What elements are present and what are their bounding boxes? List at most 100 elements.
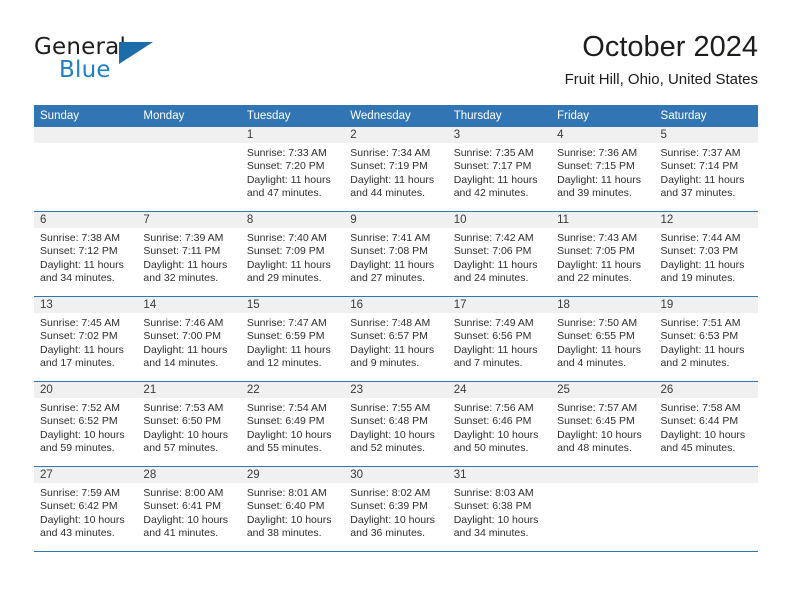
day-cell-content: 14 Sunrise: 7:46 AM Sunset: 7:00 PM Dayligh…	[137, 297, 241, 381]
sunset-time: Sunset: 7:19 PM	[350, 160, 428, 173]
daylight-duration-line1: Daylight: 11 hours	[143, 258, 228, 271]
sunrise-time: Sunrise: 7:47 AM	[246, 317, 327, 329]
day-number: 7	[137, 212, 241, 228]
calendar-week-row: 1 Sunrise: 7:33 AM Sunset: 7:20 PM Daylight…	[34, 127, 758, 212]
sunset-time: Sunset: 6:55 PM	[557, 330, 635, 343]
sunset-time: Sunset: 7:09 PM	[246, 245, 325, 258]
day-details: Sunrise: 7:58 AM Sunset: 6:44 PM Daylight:…	[655, 398, 758, 456]
calendar-day-cell[interactable]: 4 Sunrise: 7:36 AM Sunset: 7:15 PM Daylight…	[551, 127, 655, 212]
daylight-duration-line1: Daylight: 10 hours	[40, 428, 125, 441]
daylight-duration-line1: Daylight: 10 hours	[557, 428, 642, 441]
calendar-day-cell[interactable]: 20 Sunrise: 7:52 AM Sunset: 6:52 PM Dayligh…	[34, 381, 138, 467]
daylight-duration-line2: and 34 minutes.	[40, 272, 115, 285]
calendar-day-cell[interactable]: 9 Sunrise: 7:41 AM Sunset: 7:08 PM Daylight…	[344, 211, 448, 297]
sunrise-time: Sunrise: 7:53 AM	[143, 402, 224, 414]
sunset-time: Sunset: 7:14 PM	[660, 160, 739, 173]
calendar-day-cell[interactable]: 27 Sunrise: 7:59 AM Sunset: 6:42 PM Dayligh…	[34, 466, 138, 552]
daylight-duration-line1: Daylight: 11 hours	[246, 343, 331, 356]
daylight-duration-line1: Daylight: 11 hours	[557, 173, 641, 186]
day-cell-content: 3 Sunrise: 7:35 AM Sunset: 7:17 PM Daylight…	[447, 127, 552, 211]
day-details: Sunrise: 7:49 AM Sunset: 6:56 PM Daylight:…	[448, 313, 551, 371]
calendar-day-cell[interactable]: 18 Sunrise: 7:50 AM Sunset: 6:55 PM Dayligh…	[551, 296, 655, 382]
day-details: Sunrise: 7:34 AM Sunset: 7:19 PM Daylight:…	[344, 143, 447, 201]
calendar-week-row: 13 Sunrise: 7:45 AM Sunset: 7:02 PM Dayligh…	[34, 296, 758, 382]
day-number: 24	[447, 382, 552, 398]
day-number: 2	[344, 127, 448, 143]
sunset-time: Sunset: 7:20 PM	[246, 160, 325, 173]
general-blue-logo[interactable]: General Blue	[34, 34, 214, 92]
daylight-duration-line1: Daylight: 11 hours	[453, 173, 538, 186]
daylight-duration-line1: Daylight: 10 hours	[350, 513, 435, 526]
calendar-day-cell[interactable]: 29 Sunrise: 8:01 AM Sunset: 6:40 PM Dayligh…	[240, 466, 345, 552]
calendar-day-cell[interactable]: 13 Sunrise: 7:45 AM Sunset: 7:02 PM Dayligh…	[34, 296, 138, 382]
day-details: Sunrise: 7:51 AM Sunset: 6:53 PM Daylight:…	[655, 313, 758, 371]
calendar-day-cell[interactable]: 14 Sunrise: 7:46 AM Sunset: 7:00 PM Dayligh…	[137, 296, 241, 382]
calendar-day-cell[interactable]: 25 Sunrise: 7:57 AM Sunset: 6:45 PM Dayligh…	[551, 381, 655, 467]
calendar-day-cell[interactable]: 15 Sunrise: 7:47 AM Sunset: 6:59 PM Dayligh…	[240, 296, 345, 382]
calendar-day-cell[interactable]: 11 Sunrise: 7:43 AM Sunset: 7:05 PM Dayligh…	[551, 211, 655, 297]
day-cell-content: 11 Sunrise: 7:43 AM Sunset: 7:05 PM Dayligh…	[551, 212, 655, 296]
day-cell-content: 5 Sunrise: 7:37 AM Sunset: 7:14 PM Daylight…	[654, 127, 758, 211]
calendar-day-cell[interactable]: 16 Sunrise: 7:48 AM Sunset: 6:57 PM Dayligh…	[344, 296, 448, 382]
calendar-day-cell[interactable]: 12 Sunrise: 7:44 AM Sunset: 7:03 PM Dayligh…	[654, 211, 758, 297]
sunset-time: Sunset: 6:50 PM	[143, 415, 222, 428]
day-cell-content: 30 Sunrise: 8:02 AM Sunset: 6:39 PM Dayligh…	[344, 467, 448, 551]
daylight-duration-line2: and 24 minutes.	[453, 272, 529, 285]
weekday-header-sunday: Sunday	[34, 105, 138, 127]
calendar-day-cell[interactable]: 19 Sunrise: 7:51 AM Sunset: 6:53 PM Dayligh…	[654, 296, 758, 382]
calendar-day-cell[interactable]: 28 Sunrise: 8:00 AM Sunset: 6:41 PM Dayligh…	[137, 466, 241, 552]
calendar-day-cell[interactable]: 8 Sunrise: 7:40 AM Sunset: 7:09 PM Daylight…	[240, 211, 345, 297]
sunrise-time: Sunrise: 8:00 AM	[143, 487, 224, 499]
calendar-day-cell[interactable]: 6 Sunrise: 7:38 AM Sunset: 7:12 PM Daylight…	[34, 211, 138, 297]
sunrise-time: Sunrise: 7:36 AM	[557, 147, 638, 159]
day-number: 3	[447, 127, 552, 143]
calendar-day-cell[interactable]: 2 Sunrise: 7:34 AM Sunset: 7:19 PM Daylight…	[344, 127, 448, 212]
calendar-day-cell[interactable]: 26 Sunrise: 7:58 AM Sunset: 6:44 PM Dayligh…	[654, 381, 758, 467]
day-number: 16	[344, 297, 448, 313]
day-details: Sunrise: 8:03 AM Sunset: 6:38 PM Daylight:…	[448, 483, 551, 541]
daylight-duration-line1: Daylight: 10 hours	[453, 513, 539, 526]
calendar-day-cell[interactable]: 1 Sunrise: 7:33 AM Sunset: 7:20 PM Daylight…	[240, 127, 345, 212]
calendar-day-cell[interactable]: 10 Sunrise: 7:42 AM Sunset: 7:06 PM Dayligh…	[447, 211, 552, 297]
calendar-day-cell[interactable]: 3 Sunrise: 7:35 AM Sunset: 7:17 PM Daylight…	[447, 127, 552, 212]
day-details: Sunrise: 7:47 AM Sunset: 6:59 PM Daylight:…	[241, 313, 344, 371]
calendar-day-cell[interactable]: 24 Sunrise: 7:56 AM Sunset: 6:46 PM Dayligh…	[447, 381, 552, 467]
daylight-duration-line2: and 36 minutes.	[350, 527, 425, 540]
day-cell-content	[34, 127, 138, 211]
sunrise-time: Sunrise: 7:37 AM	[660, 147, 741, 159]
calendar-day-cell[interactable]: 17 Sunrise: 7:49 AM Sunset: 6:56 PM Dayligh…	[447, 296, 552, 382]
calendar-day-cell[interactable]: 31 Sunrise: 8:03 AM Sunset: 6:38 PM Dayligh…	[447, 466, 552, 552]
title-block: October 2024 Fruit Hill, Ohio, United St…	[565, 30, 758, 91]
day-number: 20	[34, 382, 138, 398]
day-details: Sunrise: 7:41 AM Sunset: 7:08 PM Daylight:…	[344, 228, 447, 286]
daylight-duration-line1: Daylight: 10 hours	[453, 428, 539, 441]
calendar-week-row: 6 Sunrise: 7:38 AM Sunset: 7:12 PM Daylight…	[34, 211, 758, 297]
calendar-day-cell[interactable]: 21 Sunrise: 7:53 AM Sunset: 6:50 PM Dayligh…	[137, 381, 241, 467]
daylight-duration-line1: Daylight: 11 hours	[350, 258, 435, 271]
daylight-duration-line1: Daylight: 10 hours	[350, 428, 435, 441]
day-number: 26	[654, 382, 758, 398]
daylight-duration-line2: and 44 minutes.	[350, 187, 425, 200]
day-number: 17	[447, 297, 552, 313]
sunset-time: Sunset: 7:08 PM	[350, 245, 428, 258]
sunset-time: Sunset: 6:49 PM	[246, 415, 325, 428]
calendar-week-row: 20 Sunrise: 7:52 AM Sunset: 6:52 PM Dayligh…	[34, 381, 758, 467]
day-details: Sunrise: 7:50 AM Sunset: 6:55 PM Daylight:…	[551, 313, 654, 371]
day-cell-content	[137, 127, 241, 211]
sunset-time: Sunset: 6:57 PM	[350, 330, 428, 343]
daylight-duration-line2: and 52 minutes.	[350, 442, 425, 455]
calendar-day-cell[interactable]: 30 Sunrise: 8:02 AM Sunset: 6:39 PM Dayligh…	[344, 466, 448, 552]
calendar-day-cell[interactable]: 23 Sunrise: 7:55 AM Sunset: 6:48 PM Dayligh…	[344, 381, 448, 467]
day-cell-content: 29 Sunrise: 8:01 AM Sunset: 6:40 PM Dayligh…	[240, 467, 345, 551]
triangle-icon	[119, 42, 153, 64]
day-cell-content: 31 Sunrise: 8:03 AM Sunset: 6:38 PM Dayligh…	[447, 467, 552, 551]
calendar-day-cell[interactable]: 7 Sunrise: 7:39 AM Sunset: 7:11 PM Daylight…	[137, 211, 241, 297]
daylight-duration-line1: Daylight: 10 hours	[143, 428, 229, 441]
weekday-header-thursday: Thursday	[447, 105, 552, 127]
calendar-day-cell[interactable]: 5 Sunrise: 7:37 AM Sunset: 7:14 PM Daylight…	[654, 127, 758, 212]
calendar-day-cell[interactable]: 22 Sunrise: 7:54 AM Sunset: 6:49 PM Dayligh…	[240, 381, 345, 467]
daylight-duration-line1: Daylight: 10 hours	[246, 513, 332, 526]
daylight-duration-line2: and 34 minutes.	[453, 527, 529, 540]
daylight-duration-line1: Daylight: 10 hours	[246, 428, 332, 441]
day-details: Sunrise: 7:56 AM Sunset: 6:46 PM Daylight:…	[448, 398, 551, 456]
